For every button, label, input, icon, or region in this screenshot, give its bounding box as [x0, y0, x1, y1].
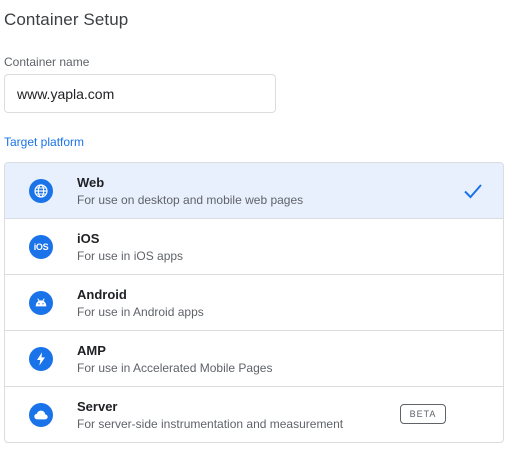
lightning-bolt-icon — [29, 347, 53, 371]
platform-title: Android — [77, 287, 127, 302]
platform-title: Server — [77, 399, 118, 414]
beta-badge: BETA — [400, 404, 446, 424]
platform-option-ios[interactable]: iOS iOS For use in iOS apps — [5, 219, 503, 275]
android-icon — [29, 291, 53, 315]
platform-list: Web For use on desktop and mobile web pa… — [4, 162, 504, 443]
checkmark-icon — [464, 184, 482, 199]
platform-title: Web — [77, 175, 105, 190]
platform-option-server[interactable]: Server For server-side instrumentation a… — [5, 387, 503, 442]
globe-icon — [29, 179, 53, 203]
platform-description: For server-side instrumentation and meas… — [77, 417, 344, 431]
ios-icon: iOS — [29, 235, 53, 259]
page-title: Container Setup — [4, 10, 129, 29]
platform-option-android[interactable]: Android For use in Android apps — [5, 275, 503, 331]
platform-description: For use in Android apps — [77, 305, 204, 319]
platform-description: For use on desktop and mobile web pages — [77, 193, 304, 207]
platform-option-web[interactable]: Web For use on desktop and mobile web pa… — [5, 163, 503, 219]
cloud-icon — [29, 403, 53, 427]
platform-option-amp[interactable]: AMP For use in Accelerated Mobile Pages — [5, 331, 503, 387]
platform-description: For use in Accelerated Mobile Pages — [77, 361, 273, 375]
platform-title: iOS — [77, 231, 100, 246]
platform-title: AMP — [77, 343, 106, 358]
container-name-label: Container name — [4, 55, 90, 69]
ios-icon-text: iOS — [33, 242, 49, 252]
platform-description: For use in iOS apps — [77, 249, 184, 263]
target-platform-label: Target platform — [4, 135, 85, 149]
container-name-input[interactable] — [4, 74, 276, 113]
